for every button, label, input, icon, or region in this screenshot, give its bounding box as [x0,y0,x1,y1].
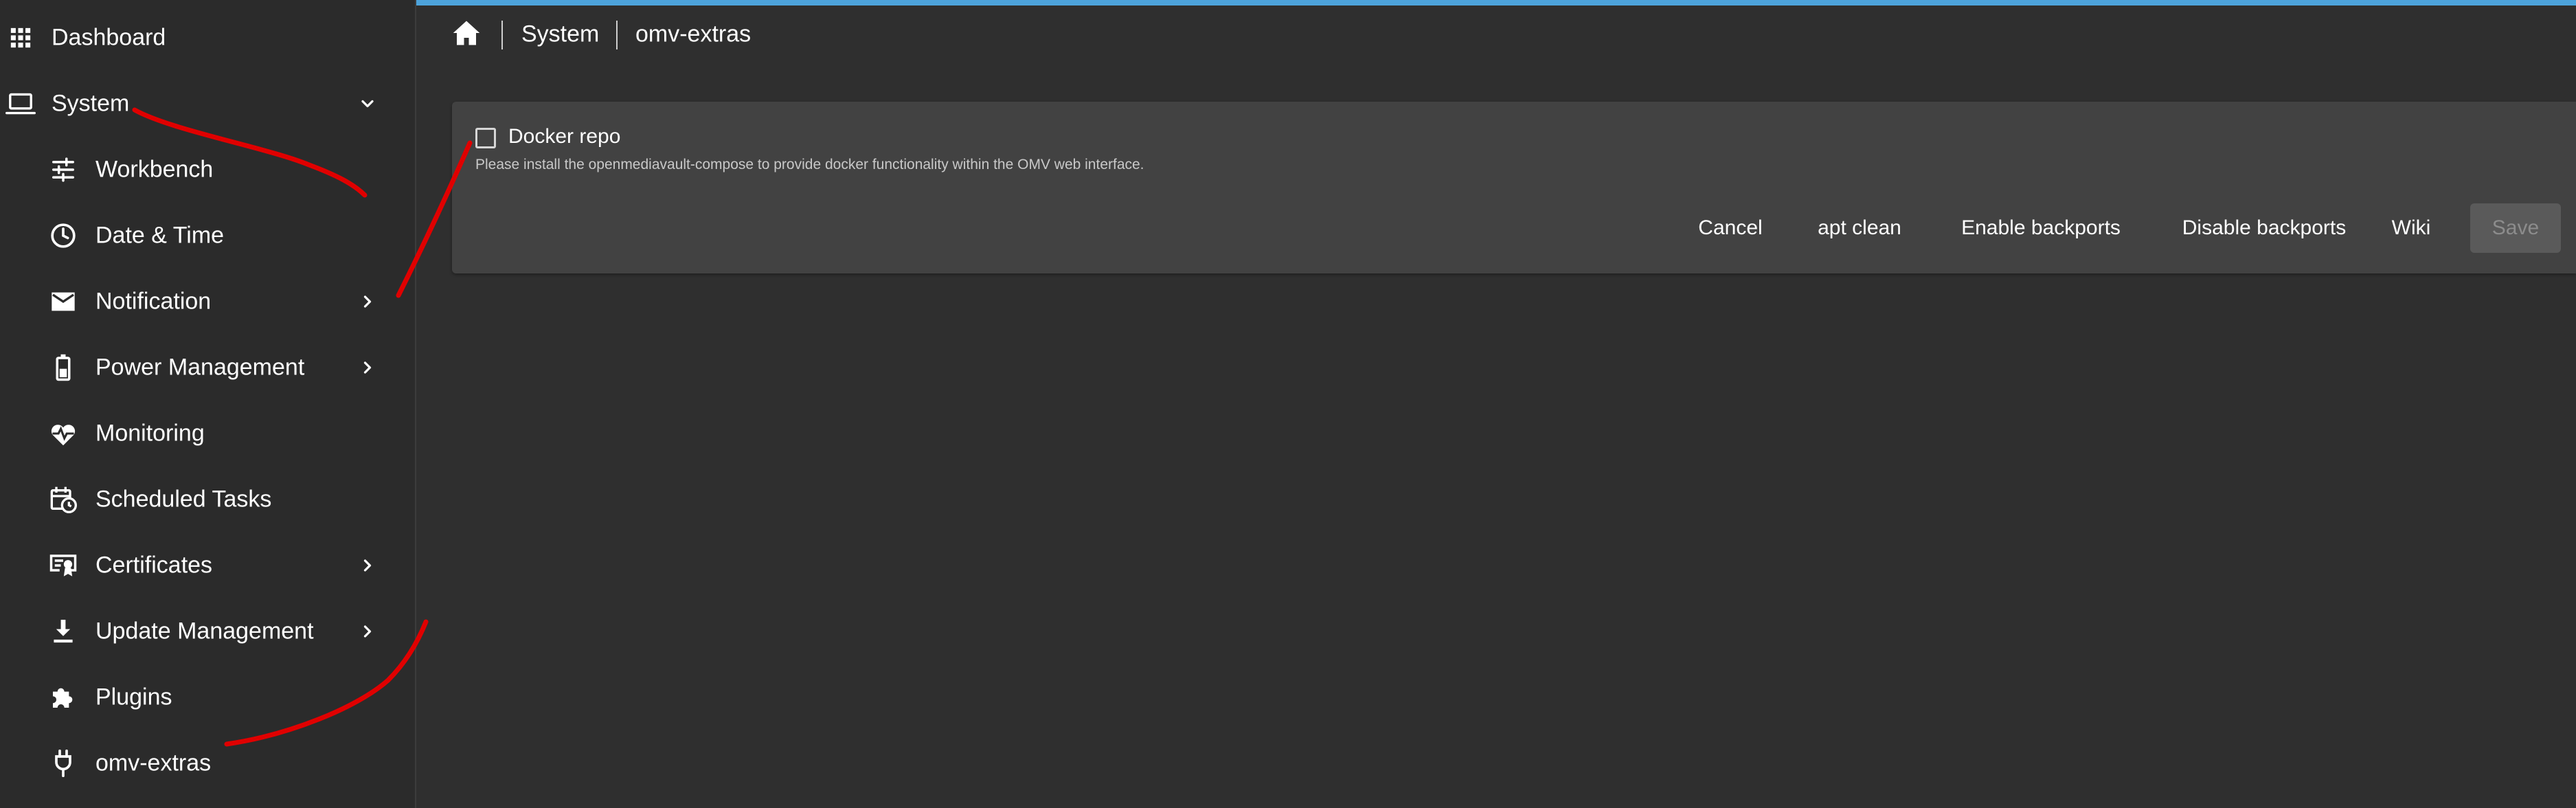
plug-icon [48,748,78,778]
sidebar-item-scheduled-tasks[interactable]: Scheduled Tasks [0,467,415,532]
breadcrumb-separator [616,21,618,49]
breadcrumb-item-current: omv-extras [635,21,752,47]
clock-icon [48,221,78,251]
sidebar-item-notification[interactable]: Notification [0,269,415,335]
sidebar-item-label: Scheduled Tasks [95,486,272,513]
sidebar-item-plugins[interactable]: Plugins [0,664,415,730]
apt-clean-button[interactable]: apt clean [1808,203,1911,253]
sidebar: Dashboard System Workbench Date & Time N… [0,0,416,808]
cancel-button[interactable]: Cancel [1688,203,1772,253]
sidebar-item-label: Plugins [95,684,172,710]
sidebar-item-label: Power Management [95,354,305,381]
home-icon[interactable] [452,19,484,51]
wiki-button[interactable]: Wiki [2384,203,2439,253]
chevron-right-icon[interactable] [354,552,381,579]
battery-icon [48,352,78,383]
sidebar-item-workbench[interactable]: Workbench [0,137,415,203]
heart-pulse-icon [48,418,78,449]
settings-card: Docker repo Please install the openmedia… [452,102,2576,273]
top-accent-bar [416,0,2576,5]
puzzle-icon [48,682,78,712]
sidebar-item-monitoring[interactable]: Monitoring [0,401,415,467]
chevron-right-icon[interactable] [354,618,381,645]
tune-icon [48,155,78,185]
mail-icon [48,287,78,317]
sidebar-item-label: Workbench [95,156,214,183]
enable-backports-button[interactable]: Enable backports [1948,203,2134,253]
sidebar-item-certificates[interactable]: Certificates [0,532,415,598]
calendar-clock-icon [48,484,78,515]
download-icon [48,616,78,647]
docker-repo-label[interactable]: Docker repo [508,125,620,148]
breadcrumb-item-system[interactable]: System [521,21,599,48]
sidebar-item-dashboard[interactable]: Dashboard [0,5,415,71]
breadcrumb-separator [501,21,503,49]
laptop-icon [5,89,36,119]
sidebar-item-label: Certificates [95,552,213,579]
sidebar-item-update-management[interactable]: Update Management [0,598,415,664]
chevron-down-icon[interactable] [354,90,381,117]
docker-repo-checkbox[interactable] [475,128,496,148]
docker-repo-hint: Please install the openmediavault-compos… [475,157,1144,172]
sidebar-item-date-time[interactable]: Date & Time [0,203,415,269]
certificate-icon [48,550,78,581]
sidebar-item-label: Notification [95,288,212,315]
chevron-right-icon[interactable] [354,354,381,381]
chevron-right-icon[interactable] [354,288,381,315]
save-button[interactable]: Save [2470,203,2561,253]
breadcrumb: System omv-extras [416,5,2576,63]
sidebar-item-label: Monitoring [95,420,205,447]
sidebar-item-label: System [52,90,130,117]
sidebar-item-system[interactable]: System [0,71,415,137]
sidebar-item-label: Dashboard [52,24,166,51]
sidebar-item-omv-extras[interactable]: omv-extras [0,730,415,796]
apps-grid-icon [5,23,36,53]
sidebar-item-label: Date & Time [95,222,225,249]
sidebar-item-label: omv-extras [95,750,212,776]
sidebar-item-label: Update Management [95,618,314,644]
sidebar-item-power-management[interactable]: Power Management [0,335,415,401]
disable-backports-button[interactable]: Disable backports [2168,203,2360,253]
